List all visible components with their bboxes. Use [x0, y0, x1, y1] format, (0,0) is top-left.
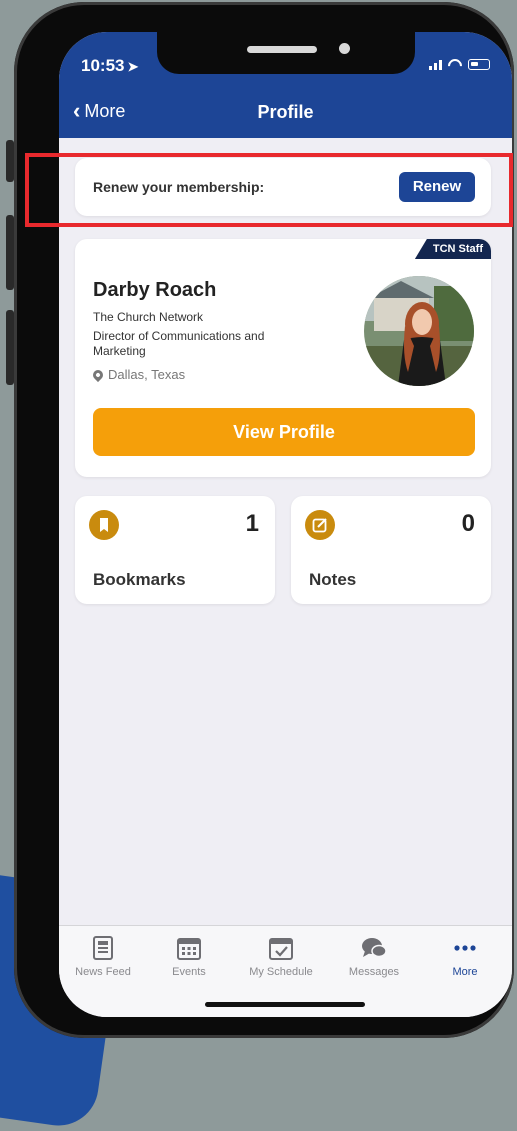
tab-label: My Schedule [249, 966, 313, 978]
notes-card[interactable]: 0 Notes [291, 496, 491, 604]
tab-label: News Feed [75, 966, 131, 978]
front-camera [339, 43, 350, 54]
page-title: Profile [257, 102, 314, 122]
notes-count: 0 [461, 510, 475, 537]
notes-label: Notes [309, 570, 357, 589]
staff-badge: TCN Staff [414, 239, 491, 259]
tab-label: Events [172, 966, 206, 978]
phone-volume-down [6, 310, 14, 385]
avatar [364, 276, 474, 386]
tab-news-feed[interactable]: News Feed [63, 934, 143, 978]
location-pin-icon [90, 367, 106, 382]
calendar-check-icon [269, 938, 293, 960]
status-icons [429, 58, 490, 70]
battery-icon [468, 58, 490, 70]
speaker-grille [247, 46, 317, 53]
location-text: Dallas, Texas [108, 367, 186, 382]
location-arrow-icon: ➤ [127, 59, 139, 74]
bookmark-icon [89, 510, 119, 540]
calendar-icon [177, 938, 201, 960]
chat-bubbles-icon [362, 938, 387, 958]
status-time: 10:53 ➤ [81, 56, 139, 75]
tab-label: More [452, 966, 478, 978]
phone-mute-switch [6, 140, 14, 182]
profile-role: Director of Communications and Marketing [93, 329, 265, 358]
profile-name: Darby Roach [93, 279, 217, 301]
bookmarks-card[interactable]: 1 Bookmarks [75, 496, 275, 604]
bookmarks-count: 1 [245, 510, 259, 537]
ellipsis-icon [454, 945, 476, 951]
profile-card: TCN Staff Darby Roach The Church Network… [75, 239, 491, 477]
wifi-icon [448, 59, 462, 70]
view-profile-button[interactable]: View Profile [93, 408, 475, 456]
signal-icon [429, 58, 442, 70]
edit-note-icon [305, 510, 335, 540]
tab-messages[interactable]: Messages [334, 934, 414, 978]
highlight-box [25, 153, 513, 227]
nav-header: 10:53 ➤ ‹ More Profile [59, 32, 512, 138]
phone-notch [157, 32, 415, 74]
news-feed-icon [93, 936, 113, 960]
phone-volume-up [6, 215, 14, 290]
tab-events[interactable]: Events [149, 934, 229, 978]
profile-organization: The Church Network [93, 310, 204, 324]
bookmarks-label: Bookmarks [93, 570, 186, 589]
tab-my-schedule[interactable]: My Schedule [241, 934, 321, 978]
tab-more[interactable]: More [425, 934, 505, 978]
profile-location: Dallas, Texas [90, 367, 186, 382]
home-indicator [205, 1002, 365, 1007]
tab-label: Messages [348, 966, 400, 978]
